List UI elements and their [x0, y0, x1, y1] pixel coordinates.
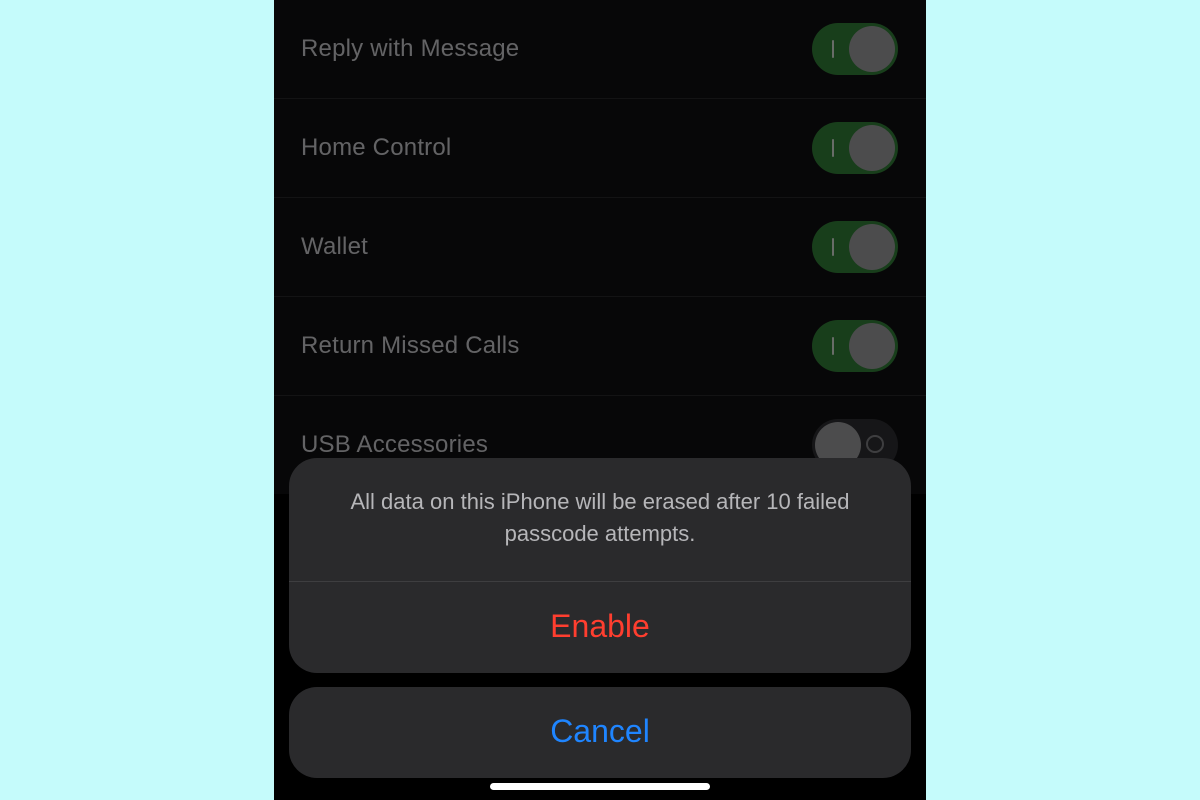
action-sheet-cancel-group: Cancel: [289, 687, 911, 778]
home-indicator[interactable]: [490, 783, 710, 790]
action-sheet-group: All data on this iPhone will be erased a…: [289, 458, 911, 673]
cancel-button[interactable]: Cancel: [289, 687, 911, 778]
enable-button[interactable]: Enable: [289, 582, 911, 673]
action-sheet: All data on this iPhone will be erased a…: [289, 458, 911, 778]
phone-screen: Reply with Message Home Control Wallet R…: [274, 0, 926, 800]
action-sheet-message: All data on this iPhone will be erased a…: [289, 458, 911, 581]
